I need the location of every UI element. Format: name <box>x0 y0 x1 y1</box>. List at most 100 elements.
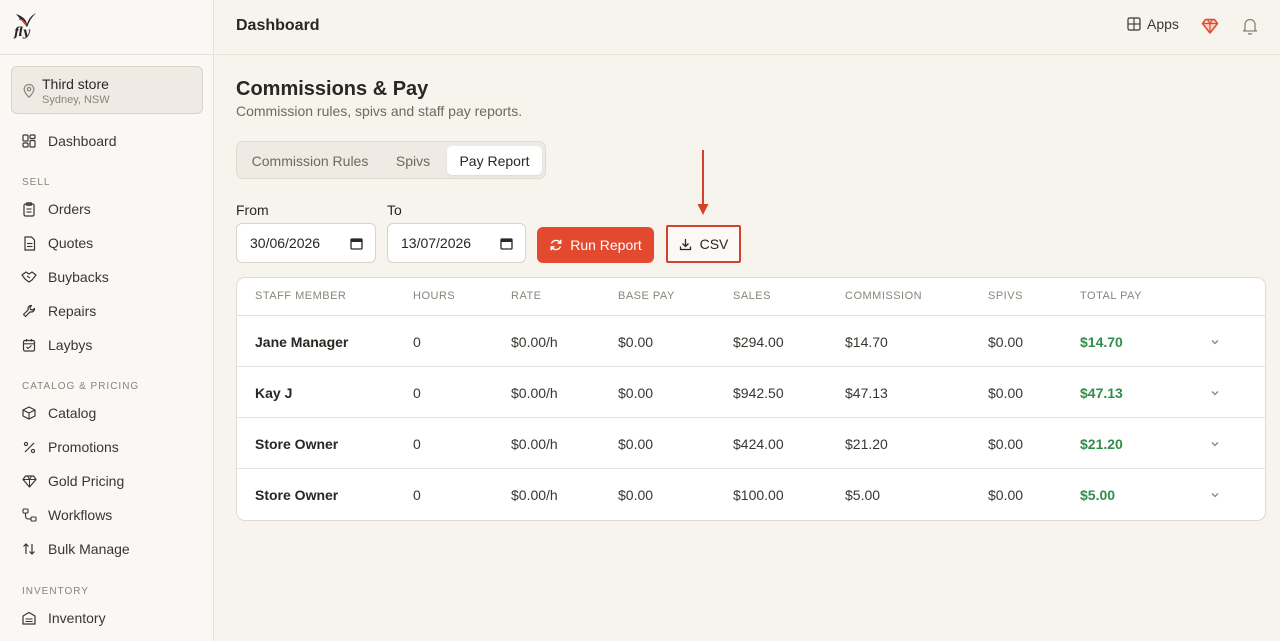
chevron-down-icon[interactable] <box>1209 438 1221 450</box>
download-icon <box>679 238 691 250</box>
from-date-value: 30/06/2026 <box>250 235 321 251</box>
sidebar-item-gold-pricing[interactable]: Gold Pricing <box>10 466 204 496</box>
page-title: Commissions & Pay <box>236 78 429 100</box>
handshake-icon <box>21 269 37 285</box>
apps-label: Apps <box>1147 16 1179 32</box>
header-title: Dashboard <box>236 17 320 34</box>
staff-name: Kay J <box>255 385 293 401</box>
chevron-down-icon[interactable] <box>1209 336 1221 348</box>
sidebar-item-promotions[interactable]: Promotions <box>10 432 204 462</box>
gem-icon[interactable] <box>1201 17 1219 35</box>
to-date-input[interactable]: 13/07/2026 <box>387 223 526 263</box>
tab-spivs[interactable]: Spivs <box>381 146 445 175</box>
table-row[interactable]: Store Owner 0 $0.00/h $0.00 $424.00 $21.… <box>237 418 1265 469</box>
run-report-label: Run Report <box>570 237 642 253</box>
column-header-hours[interactable]: HOURS <box>413 290 455 302</box>
section-label-catalog: CATALOG & PRICING <box>22 381 140 392</box>
store-selector[interactable]: Third store Sydney, NSW <box>11 66 203 114</box>
sidebar-item-dashboard[interactable]: Dashboard <box>10 126 204 156</box>
map-pin-icon <box>23 83 35 99</box>
column-header-base-pay[interactable]: BASE PAY <box>618 290 675 302</box>
chevron-down-icon[interactable] <box>1209 489 1221 501</box>
column-header-staff[interactable]: STAFF MEMBER <box>255 290 346 302</box>
sidebar-item-label: Buybacks <box>48 269 109 285</box>
sidebar-item-label: Workflows <box>48 507 113 523</box>
section-label-inventory: INVENTORY <box>22 586 89 597</box>
column-header-sales[interactable]: SALES <box>733 290 771 302</box>
hours-cell: 0 <box>413 334 421 350</box>
refresh-icon <box>550 239 562 251</box>
clipboard-icon <box>21 201 37 217</box>
column-header-spivs[interactable]: SPIVS <box>988 290 1023 302</box>
column-header-total-pay[interactable]: TOTAL PAY <box>1080 290 1142 302</box>
sales-cell: $942.50 <box>733 385 784 401</box>
apps-button[interactable]: Apps <box>1127 16 1179 32</box>
sort-arrows-icon <box>21 541 37 557</box>
commission-cell: $21.20 <box>845 436 888 452</box>
top-header: Dashboard Apps <box>215 0 1280 55</box>
run-report-button[interactable]: Run Report <box>537 227 654 263</box>
sales-cell: $100.00 <box>733 487 784 503</box>
sidebar-item-label: Gold Pricing <box>48 473 125 489</box>
tab-commission-rules[interactable]: Commission Rules <box>241 146 379 175</box>
chevron-down-icon[interactable] <box>1209 387 1221 399</box>
pay-report-table: STAFF MEMBER HOURS RATE BASE PAY SALES C… <box>236 277 1266 521</box>
commission-cell: $47.13 <box>845 385 888 401</box>
rate-cell: $0.00/h <box>511 385 558 401</box>
total-pay-cell: $5.00 <box>1080 487 1116 503</box>
table-row[interactable]: Kay J 0 $0.00/h $0.00 $942.50 $47.13 $0.… <box>237 367 1265 418</box>
sidebar-item-catalog[interactable]: Catalog <box>10 398 204 428</box>
sidebar-item-bulk-manage[interactable]: Bulk Manage <box>10 534 204 564</box>
column-header-rate[interactable]: RATE <box>511 290 542 302</box>
store-name: Third store <box>42 76 109 92</box>
from-date-input[interactable]: 30/06/2026 <box>236 223 376 263</box>
box-icon <box>21 405 37 421</box>
sidebar: fly Third store Sydney, NSW Dashboard SE… <box>0 0 214 641</box>
percent-icon <box>21 439 37 455</box>
staff-name: Jane Manager <box>255 334 349 350</box>
base-pay-cell: $0.00 <box>618 334 654 350</box>
sidebar-item-workflows[interactable]: Workflows <box>10 500 204 530</box>
diamond-icon <box>21 473 37 489</box>
sidebar-item-label: Inventory <box>48 610 106 626</box>
base-pay-cell: $0.00 <box>618 487 654 503</box>
dashboard-grid-icon <box>21 133 37 149</box>
column-header-commission[interactable]: COMMISSION <box>845 290 922 302</box>
spivs-cell: $0.00 <box>988 334 1024 350</box>
table-row[interactable]: Jane Manager 0 $0.00/h $0.00 $294.00 $14… <box>237 316 1265 367</box>
wrench-icon <box>21 303 37 319</box>
sidebar-item-buybacks[interactable]: Buybacks <box>10 262 204 292</box>
document-icon <box>21 235 37 251</box>
sidebar-item-label: Laybys <box>48 337 93 353</box>
table-row[interactable]: Store Owner 0 $0.00/h $0.00 $100.00 $5.0… <box>237 469 1265 520</box>
staff-name: Store Owner <box>255 487 339 503</box>
tab-bar: Commission Rules Spivs Pay Report <box>236 141 546 179</box>
staff-name: Store Owner <box>255 436 339 452</box>
spivs-cell: $0.00 <box>988 487 1024 503</box>
bell-icon[interactable] <box>1241 16 1259 36</box>
hours-cell: 0 <box>413 385 421 401</box>
sidebar-item-repairs[interactable]: Repairs <box>10 296 204 326</box>
section-label-sell: SELL <box>22 177 51 188</box>
total-pay-cell: $14.70 <box>1080 334 1123 350</box>
store-location: Sydney, NSW <box>42 94 110 106</box>
sales-cell: $424.00 <box>733 436 784 452</box>
rate-cell: $0.00/h <box>511 436 558 452</box>
sidebar-item-inventory[interactable]: Inventory <box>10 603 204 633</box>
sidebar-item-label: Quotes <box>48 235 94 251</box>
calendar-icon[interactable] <box>350 237 363 250</box>
csv-export-button[interactable]: CSV <box>666 225 741 263</box>
workflow-icon <box>21 507 37 523</box>
tab-pay-report[interactable]: Pay Report <box>447 146 542 175</box>
csv-label: CSV <box>699 236 729 252</box>
sidebar-item-orders[interactable]: Orders <box>10 194 204 224</box>
sidebar-item-laybys[interactable]: Laybys <box>10 330 204 360</box>
logo-text: fly <box>14 25 30 39</box>
sidebar-item-quotes[interactable]: Quotes <box>10 228 204 258</box>
calendar-icon[interactable] <box>500 237 513 250</box>
annotation-arrow-icon <box>697 150 709 215</box>
to-label: To <box>387 202 402 218</box>
calendar-icon <box>21 337 37 353</box>
base-pay-cell: $0.00 <box>618 436 654 452</box>
from-label: From <box>236 202 269 218</box>
